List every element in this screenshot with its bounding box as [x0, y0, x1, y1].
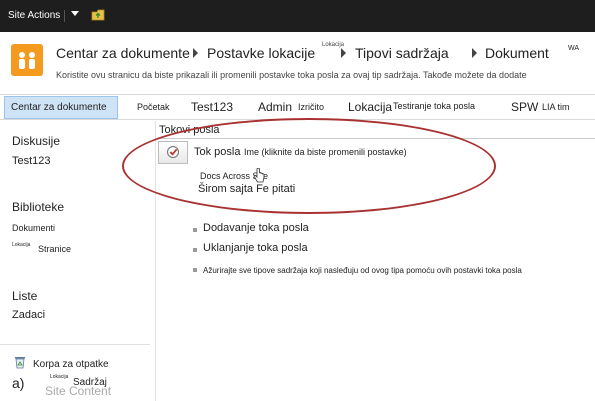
quicklaunch-item-documents[interactable]: Dokumenti — [12, 223, 55, 233]
site-logo-icon — [11, 44, 43, 76]
nav-item-site[interactable]: Lokacija — [348, 100, 392, 114]
bullet-icon — [193, 228, 197, 232]
ribbon-separator — [64, 10, 65, 22]
arrow-down-icon[interactable] — [71, 11, 79, 16]
add-workflow-link[interactable]: Dodavanje toka posla — [203, 222, 309, 234]
bullet-icon — [193, 268, 197, 272]
quicklaunch-divider — [0, 344, 150, 345]
recycle-bin-icon — [15, 357, 25, 369]
breadcrumb-document: Dokument — [485, 45, 549, 61]
nav-item-document-center[interactable]: Centar za dokumente — [11, 102, 107, 113]
quicklaunch-item-pages[interactable]: Stranice — [38, 244, 71, 254]
quicklaunch-footer-sup: Lokacija — [50, 374, 69, 380]
breadcrumb-separator-icon — [341, 48, 346, 58]
page-description: Koristite ovu stranicu da biste prikazal… — [56, 70, 527, 80]
top-ribbon — [0, 0, 595, 32]
update-content-types-link[interactable]: Ažurirajte sve tipove sadržaja koji nasl… — [203, 266, 522, 275]
quicklaunch-site-content-ghost: Site Content — [45, 384, 112, 398]
quicklaunch-recycle-bin[interactable]: Korpa za otpatke — [33, 359, 109, 370]
breadcrumb-separator-icon — [193, 48, 198, 58]
nav-item-workflow-testing[interactable]: Testiranje toka posla — [393, 101, 475, 111]
quicklaunch-footer-prefix: a) — [12, 375, 25, 391]
bullet-icon — [193, 248, 197, 252]
quicklaunch-sup-label: Lokacija — [12, 242, 31, 248]
folder-up-icon[interactable] — [91, 9, 106, 22]
nav-item-spw[interactable]: SPW — [511, 100, 538, 114]
nav-item-admin[interactable]: Admin — [258, 100, 292, 114]
breadcrumb-sup-label: Lokacija — [322, 42, 345, 48]
breadcrumb-separator-icon — [472, 48, 477, 58]
breadcrumb-content-types[interactable]: Tipovi sadržaja — [355, 45, 449, 61]
quicklaunch-heading-discussions[interactable]: Diskusije — [12, 134, 60, 148]
quicklaunch-item-tasks[interactable]: Zadaci — [12, 309, 45, 321]
quicklaunch-item-test123[interactable]: Test123 — [12, 155, 51, 167]
nav-item-home[interactable]: Početak — [137, 102, 170, 112]
quicklaunch-heading-libraries[interactable]: Biblioteke — [12, 200, 64, 214]
highlight-oval — [122, 118, 496, 214]
site-actions-menu[interactable]: Site Actions — [8, 10, 60, 21]
nav-item-explicit[interactable]: Izričito — [298, 102, 324, 112]
breadcrumb-document-center[interactable]: Centar za dokumente — [56, 45, 190, 61]
quicklaunch-heading-lists[interactable]: Liste — [12, 289, 37, 303]
breadcrumb-overflow: WA — [568, 45, 580, 52]
breadcrumb-site-settings[interactable]: Postavke lokacije — [207, 45, 315, 61]
remove-workflow-link[interactable]: Uklanjanje toka posla — [203, 242, 308, 254]
nav-item-lia-team[interactable]: LIA tim — [542, 102, 570, 112]
nav-item-test123[interactable]: Test123 — [191, 100, 233, 114]
